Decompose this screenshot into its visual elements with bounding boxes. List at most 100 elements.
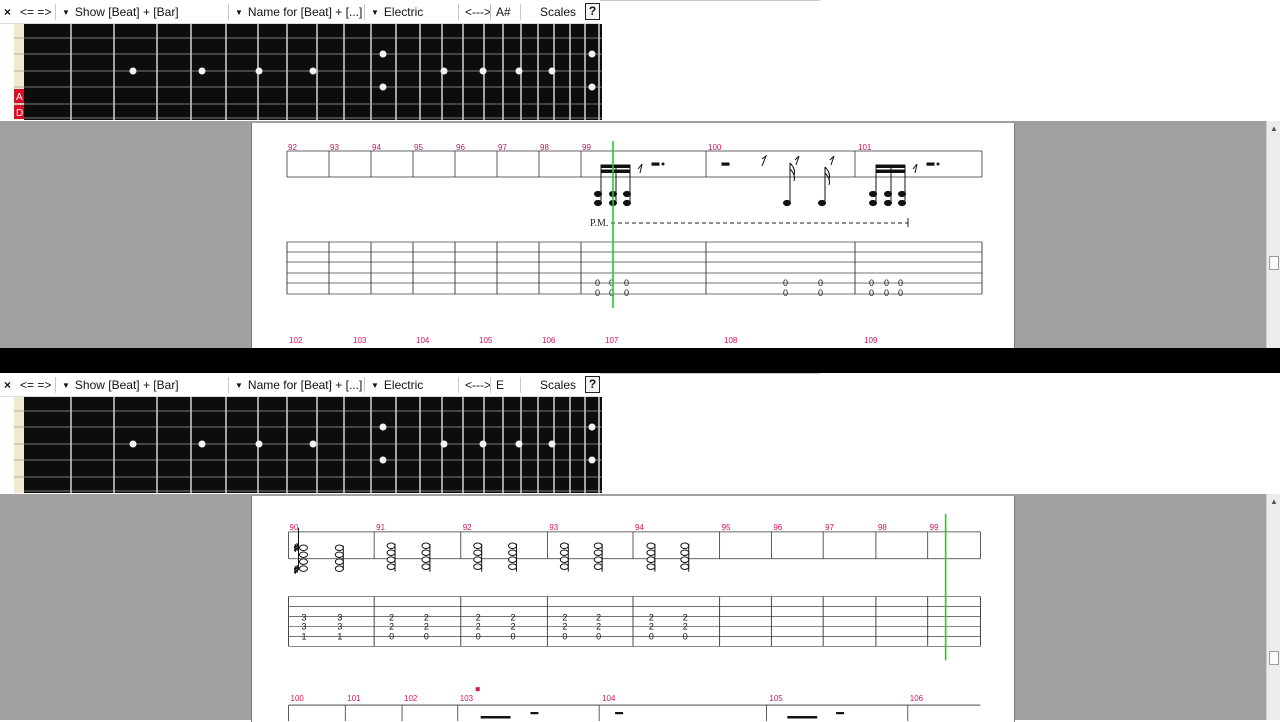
svg-text:105: 105 (769, 694, 783, 703)
inlay-dot (588, 423, 596, 431)
svg-text:0: 0 (898, 288, 903, 298)
shift-arrows-button[interactable]: <---> (465, 378, 491, 392)
key-selector[interactable]: E (496, 378, 504, 392)
inlay-dot (588, 456, 596, 464)
inlay-dot (129, 67, 137, 75)
svg-text:3: 3 (337, 621, 342, 631)
svg-text:104: 104 (416, 336, 430, 345)
scroll-up-icon[interactable]: ▲ (1270, 497, 1278, 506)
svg-text:2: 2 (389, 621, 394, 631)
svg-text:90: 90 (290, 523, 299, 532)
scroll-thumb[interactable] (1269, 256, 1279, 270)
inlay-dot (129, 440, 137, 448)
svg-text:99: 99 (930, 523, 939, 532)
chevron-down-icon: ▼ (235, 8, 243, 17)
show-beat-dropdown[interactable]: ▼ Show [Beat] + [Bar] (62, 378, 179, 394)
scroll-thumb[interactable] (1269, 651, 1279, 665)
inlay-dot (379, 423, 387, 431)
close-button[interactable]: × (4, 378, 11, 392)
show-beat-dropdown[interactable]: ▼ Show [Beat] + [Bar] (62, 5, 179, 21)
vertical-scrollbar[interactable]: ▲ (1266, 121, 1280, 348)
help-icon[interactable]: ? (585, 376, 600, 393)
nav-arrows-button[interactable]: <= => (20, 5, 51, 19)
svg-text:0: 0 (649, 631, 654, 641)
svg-text:95: 95 (722, 523, 731, 532)
svg-text:0: 0 (595, 288, 600, 298)
name-for-dropdown[interactable]: ▼ Name for [Beat] + [...] (235, 378, 362, 394)
score-viewport[interactable]: 90 91 92 93 94 95 96 97 98 99 ♯ ♯ 3 3 1 … (0, 494, 1280, 722)
help-icon[interactable]: ? (585, 3, 600, 20)
close-button[interactable]: × (4, 5, 11, 19)
chevron-down-icon: ▼ (371, 8, 379, 17)
svg-text:0: 0 (624, 278, 629, 288)
scales-button[interactable]: Scales (540, 378, 576, 392)
svg-text:2: 2 (424, 621, 429, 631)
string-label-d: D (16, 108, 23, 119)
svg-text:2: 2 (683, 621, 688, 631)
scroll-up-icon[interactable]: ▲ (1270, 124, 1278, 133)
svg-text:103: 103 (353, 336, 367, 345)
svg-text:0: 0 (783, 278, 788, 288)
svg-text:0: 0 (389, 631, 394, 641)
inlay-dot (255, 67, 263, 75)
chevron-down-icon: ▼ (62, 8, 70, 17)
svg-text:0: 0 (818, 288, 823, 298)
svg-text:100: 100 (291, 694, 305, 703)
vertical-scrollbar[interactable]: ▲ (1266, 494, 1280, 720)
svg-text:0: 0 (869, 278, 874, 288)
bottom-track-panel: × <= => ▼ Show [Beat] + [Bar] ▼ Name for [… (0, 373, 1280, 722)
nav-arrows-button[interactable]: <= => (20, 378, 51, 392)
inlay-dot (479, 67, 487, 75)
svg-text:2: 2 (511, 621, 516, 631)
svg-text:102: 102 (289, 336, 303, 345)
svg-text:94: 94 (635, 523, 644, 532)
svg-text:2: 2 (649, 621, 654, 631)
chevron-down-icon: ▼ (62, 381, 70, 390)
svg-text:2: 2 (562, 621, 567, 631)
shift-arrows-button[interactable]: <---> (465, 5, 491, 19)
fretboard[interactable] (0, 397, 604, 493)
scales-button[interactable]: Scales (540, 5, 576, 19)
svg-text:1: 1 (337, 631, 342, 641)
svg-text:102: 102 (404, 694, 418, 703)
score-page[interactable]: 92 93 94 95 96 97 98 99 100 101 P.M. 0 0… (251, 123, 1015, 348)
svg-text:98: 98 (878, 523, 887, 532)
palm-mute-label: P.M. (590, 218, 608, 229)
key-selector[interactable]: A# (496, 5, 511, 19)
svg-text:0: 0 (596, 631, 601, 641)
svg-text:0: 0 (562, 631, 567, 641)
svg-text:104: 104 (602, 694, 616, 703)
inlay-dot (309, 440, 317, 448)
svg-text:0: 0 (595, 278, 600, 288)
svg-text:96: 96 (773, 523, 782, 532)
svg-text:0: 0 (683, 631, 688, 641)
instrument-dropdown[interactable]: ▼ Electric (371, 378, 423, 394)
top-track-panel: × <= => ▼ Show [Beat] + [Bar] ▼ Name for [… (0, 0, 1280, 348)
svg-text:0: 0 (898, 278, 903, 288)
svg-text:0: 0 (783, 288, 788, 298)
inlay-dot (515, 440, 523, 448)
chevron-down-icon: ▼ (371, 381, 379, 390)
svg-text:0: 0 (818, 278, 823, 288)
instrument-dropdown[interactable]: ▼ Electric (371, 5, 423, 21)
fretboard[interactable]: A D (0, 24, 604, 120)
svg-text:2: 2 (596, 621, 601, 631)
svg-text:0: 0 (424, 631, 429, 641)
inlay-dot (588, 50, 596, 58)
name-for-dropdown[interactable]: ▼ Name for [Beat] + [...] (235, 5, 362, 21)
fretboard-toolbar: × <= => ▼ Show [Beat] + [Bar] ▼ Name for [… (0, 0, 600, 24)
svg-text:0: 0 (869, 288, 874, 298)
inlay-dot (379, 50, 387, 58)
svg-text:109: 109 (864, 336, 878, 345)
svg-text:106: 106 (542, 336, 556, 345)
score-page[interactable]: 90 91 92 93 94 95 96 97 98 99 ♯ ♯ 3 3 1 … (251, 496, 1015, 722)
svg-text:0: 0 (476, 631, 481, 641)
inlay-dot (440, 440, 448, 448)
svg-text:97: 97 (825, 523, 834, 532)
score-viewport[interactable]: 92 93 94 95 96 97 98 99 100 101 P.M. 0 0… (0, 121, 1280, 348)
inlay-dot (548, 440, 556, 448)
inlay-dot (479, 440, 487, 448)
svg-text:107: 107 (605, 336, 619, 345)
svg-text:91: 91 (376, 523, 385, 532)
svg-text:0: 0 (884, 288, 889, 298)
